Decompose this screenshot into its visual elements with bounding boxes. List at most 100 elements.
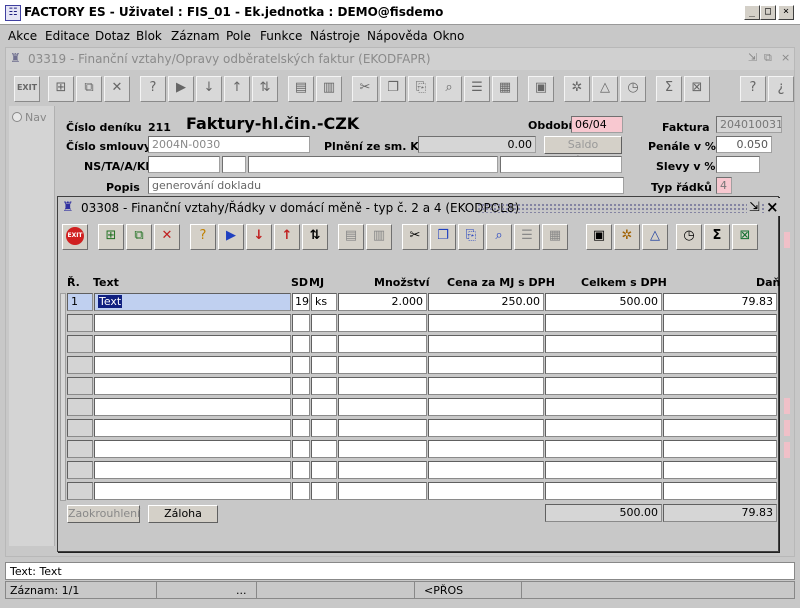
cut-icon[interactable]: ✂ xyxy=(352,76,378,102)
empty-row-cena-cell[interactable] xyxy=(428,482,544,500)
excel-icon[interactable]: ⊠ xyxy=(684,76,710,102)
empty-row-mj-cell[interactable] xyxy=(311,482,337,500)
empty-row-sd-cell[interactable] xyxy=(292,335,310,353)
empty-row-mj-cell[interactable] xyxy=(311,356,337,374)
help-icon[interactable]: ? xyxy=(740,76,766,102)
empty-row-mnozstvi-cell[interactable] xyxy=(338,440,427,458)
columns-icon[interactable]: ▦ xyxy=(492,76,518,102)
empty-row-dan-cell[interactable] xyxy=(663,398,777,416)
columns-icon[interactable]: ▦ xyxy=(542,224,568,250)
menu-nastroje[interactable]: Nástroje xyxy=(310,29,360,43)
empty-row-radek-cell[interactable] xyxy=(67,440,93,458)
menu-pole[interactable]: Pole xyxy=(226,29,251,43)
sort-asc-icon[interactable]: ↓ xyxy=(246,224,272,250)
empty-row-cena-cell[interactable] xyxy=(428,419,544,437)
menu-akce[interactable]: Akce xyxy=(8,29,37,43)
excel-icon[interactable]: ⊠ xyxy=(732,224,758,250)
exit-icon[interactable]: EXIT xyxy=(14,76,40,102)
empty-row-sd-cell[interactable] xyxy=(292,482,310,500)
row1-mj[interactable]: ks xyxy=(311,293,337,311)
subwindow-close-icon[interactable]: × xyxy=(764,198,781,216)
empty-row-mnozstvi-cell[interactable] xyxy=(338,482,427,500)
empty-row-mnozstvi-cell[interactable] xyxy=(338,398,427,416)
form-restore-icon[interactable]: ⧉ xyxy=(764,51,772,65)
list-icon[interactable]: ☰ xyxy=(464,76,490,102)
empty-row-celkem-cell[interactable] xyxy=(545,461,662,479)
empty-row-sd-cell[interactable] xyxy=(292,377,310,395)
empty-row-mj-cell[interactable] xyxy=(311,398,337,416)
settings-wheel-icon[interactable]: ✲ xyxy=(564,76,590,102)
chart-icon[interactable]: △ xyxy=(592,76,618,102)
row1-dan[interactable]: 79.83 xyxy=(663,293,777,311)
slevy-field[interactable] xyxy=(716,156,760,173)
empty-row-mj-cell[interactable] xyxy=(311,377,337,395)
query-icon[interactable]: ? xyxy=(190,224,216,250)
empty-row-mnozstvi-cell[interactable] xyxy=(338,377,427,395)
plneni-field[interactable]: 0.00 xyxy=(418,136,536,153)
settings-wheel-icon[interactable]: ✲ xyxy=(614,224,640,250)
row1-mnozstvi[interactable]: 2.000 xyxy=(338,293,427,311)
empty-row-cena-cell[interactable] xyxy=(428,356,544,374)
empty-row-radek-cell[interactable] xyxy=(67,398,93,416)
print-preview-icon[interactable]: ▥ xyxy=(316,76,342,102)
paste-icon[interactable]: ⎘ xyxy=(408,76,434,102)
copy-record-icon[interactable]: ⧉ xyxy=(76,76,102,102)
empty-row-sd-cell[interactable] xyxy=(292,440,310,458)
delete-record-icon[interactable]: ✕ xyxy=(104,76,130,102)
zaloha-button[interactable]: Záloha xyxy=(148,505,218,523)
calculator-icon[interactable]: ▣ xyxy=(528,76,554,102)
sort-multi-icon[interactable]: ⇅ xyxy=(302,224,328,250)
maximize-button[interactable]: □ xyxy=(760,5,776,20)
print-icon[interactable]: ▤ xyxy=(288,76,314,102)
empty-row-dan-cell[interactable] xyxy=(663,482,777,500)
a-field[interactable] xyxy=(248,156,498,173)
empty-row-sd-cell[interactable] xyxy=(292,419,310,437)
empty-row-text-cell[interactable] xyxy=(94,377,291,395)
form-minimize-icon[interactable]: ⇲ xyxy=(748,51,757,64)
delete-record-icon[interactable]: ✕ xyxy=(154,224,180,250)
empty-row-celkem-cell[interactable] xyxy=(545,419,662,437)
sort-multi-icon[interactable]: ⇅ xyxy=(252,76,278,102)
insert-record-icon[interactable]: ⊞ xyxy=(98,224,124,250)
empty-row-celkem-cell[interactable] xyxy=(545,440,662,458)
query-icon[interactable]: ? xyxy=(140,76,166,102)
empty-row-celkem-cell[interactable] xyxy=(545,356,662,374)
empty-row-radek-cell[interactable] xyxy=(67,419,93,437)
subwindow-minimize-icon[interactable]: ⇲ xyxy=(747,200,762,215)
clock-icon[interactable]: ◷ xyxy=(676,224,702,250)
menu-editace[interactable]: Editace xyxy=(45,29,90,43)
menu-blok[interactable]: Blok xyxy=(136,29,162,43)
popis-field[interactable]: generování dokladu xyxy=(148,177,624,194)
empty-row-celkem-cell[interactable] xyxy=(545,314,662,332)
empty-row-sd-cell[interactable] xyxy=(292,314,310,332)
empty-row-sd-cell[interactable] xyxy=(292,461,310,479)
empty-row-mj-cell[interactable] xyxy=(311,461,337,479)
empty-row-text-cell[interactable] xyxy=(94,440,291,458)
empty-row-radek-cell[interactable] xyxy=(67,461,93,479)
empty-row-dan-cell[interactable] xyxy=(663,419,777,437)
rows-scrollbar[interactable] xyxy=(60,293,66,501)
empty-row-cena-cell[interactable] xyxy=(428,335,544,353)
empty-row-text-cell[interactable] xyxy=(94,335,291,353)
ta-field[interactable] xyxy=(222,156,246,173)
empty-row-radek-cell[interactable] xyxy=(67,335,93,353)
empty-row-mj-cell[interactable] xyxy=(311,440,337,458)
menu-funkce[interactable]: Funkce xyxy=(260,29,302,43)
form-close-icon[interactable]: × xyxy=(781,51,790,64)
menu-zaznam[interactable]: Záznam xyxy=(171,29,220,43)
empty-row-sd-cell[interactable] xyxy=(292,398,310,416)
minimize-button[interactable]: _ xyxy=(744,5,760,20)
exit-icon[interactable]: EXIT xyxy=(62,224,88,250)
menu-dotaz[interactable]: Dotaz xyxy=(95,29,130,43)
sum-icon[interactable]: Σ xyxy=(704,224,730,250)
row1-text[interactable]: Text xyxy=(94,293,291,311)
empty-row-text-cell[interactable] xyxy=(94,461,291,479)
row1-cena[interactable]: 250.00 xyxy=(428,293,544,311)
copy-icon[interactable]: ❐ xyxy=(430,224,456,250)
empty-row-dan-cell[interactable] xyxy=(663,440,777,458)
empty-row-text-cell[interactable] xyxy=(94,419,291,437)
zaokrouhleni-button[interactable]: Zaokrouhlení xyxy=(67,505,140,523)
empty-row-celkem-cell[interactable] xyxy=(545,335,662,353)
typ-radku-field[interactable]: 4 xyxy=(716,177,732,194)
insert-record-icon[interactable]: ⊞ xyxy=(48,76,74,102)
